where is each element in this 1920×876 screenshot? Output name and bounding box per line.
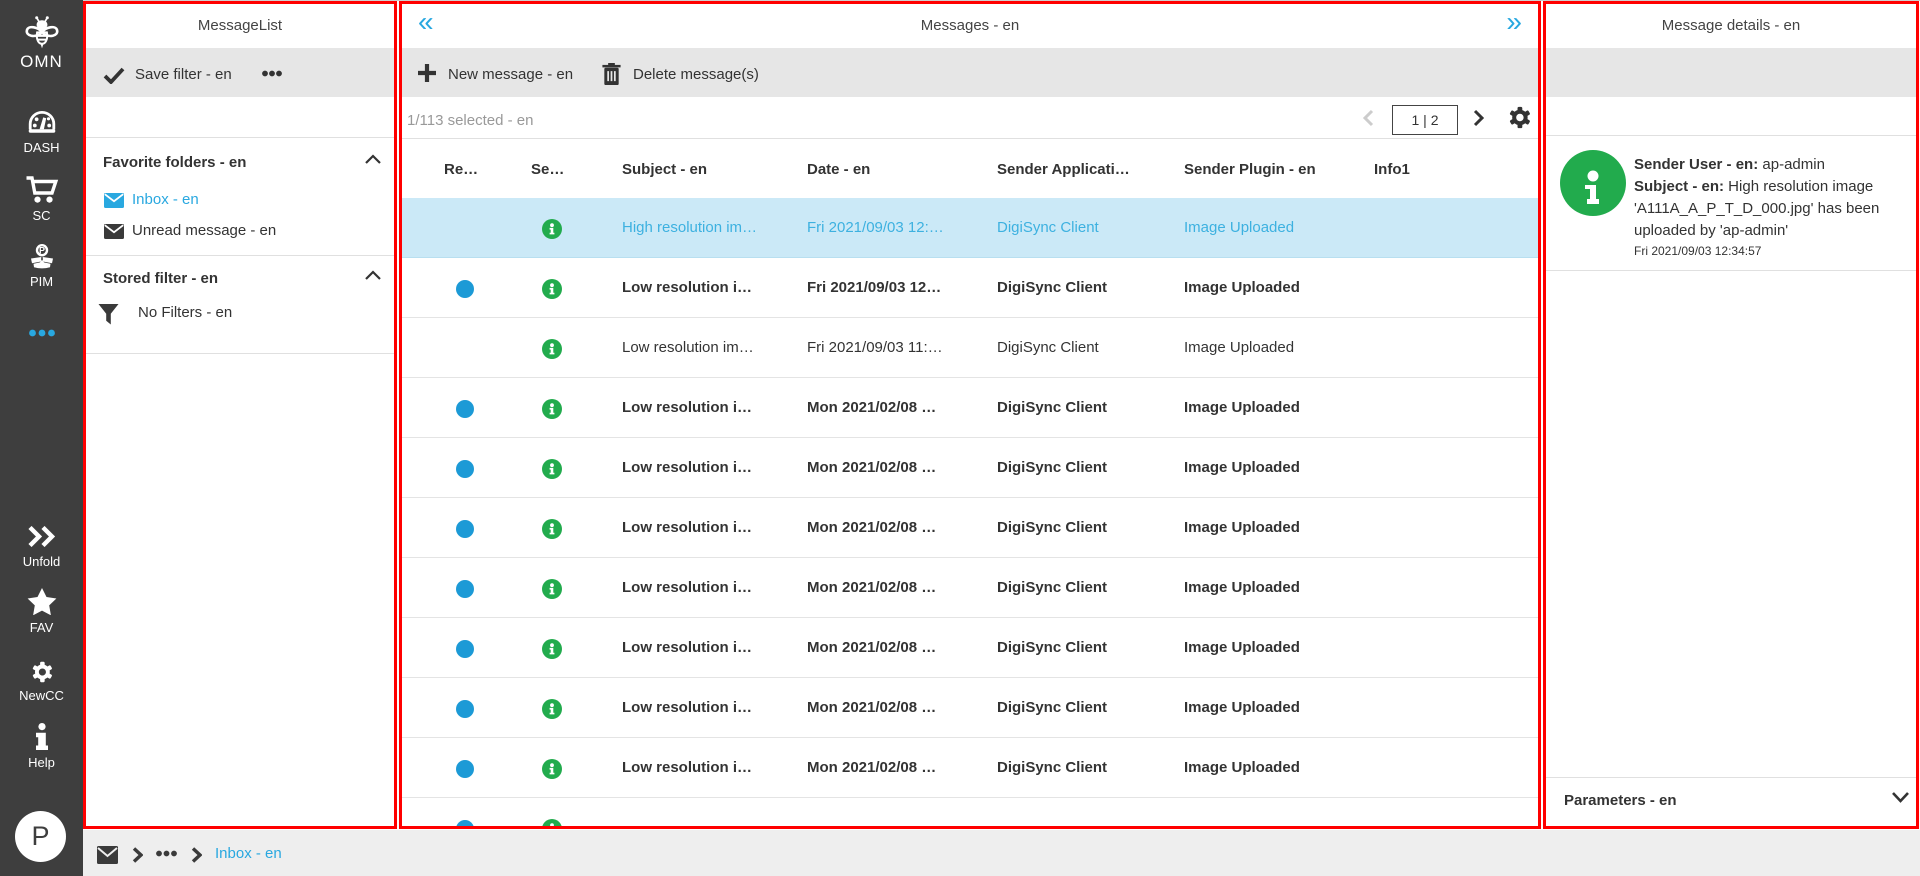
svg-text:P: P bbox=[38, 246, 44, 256]
